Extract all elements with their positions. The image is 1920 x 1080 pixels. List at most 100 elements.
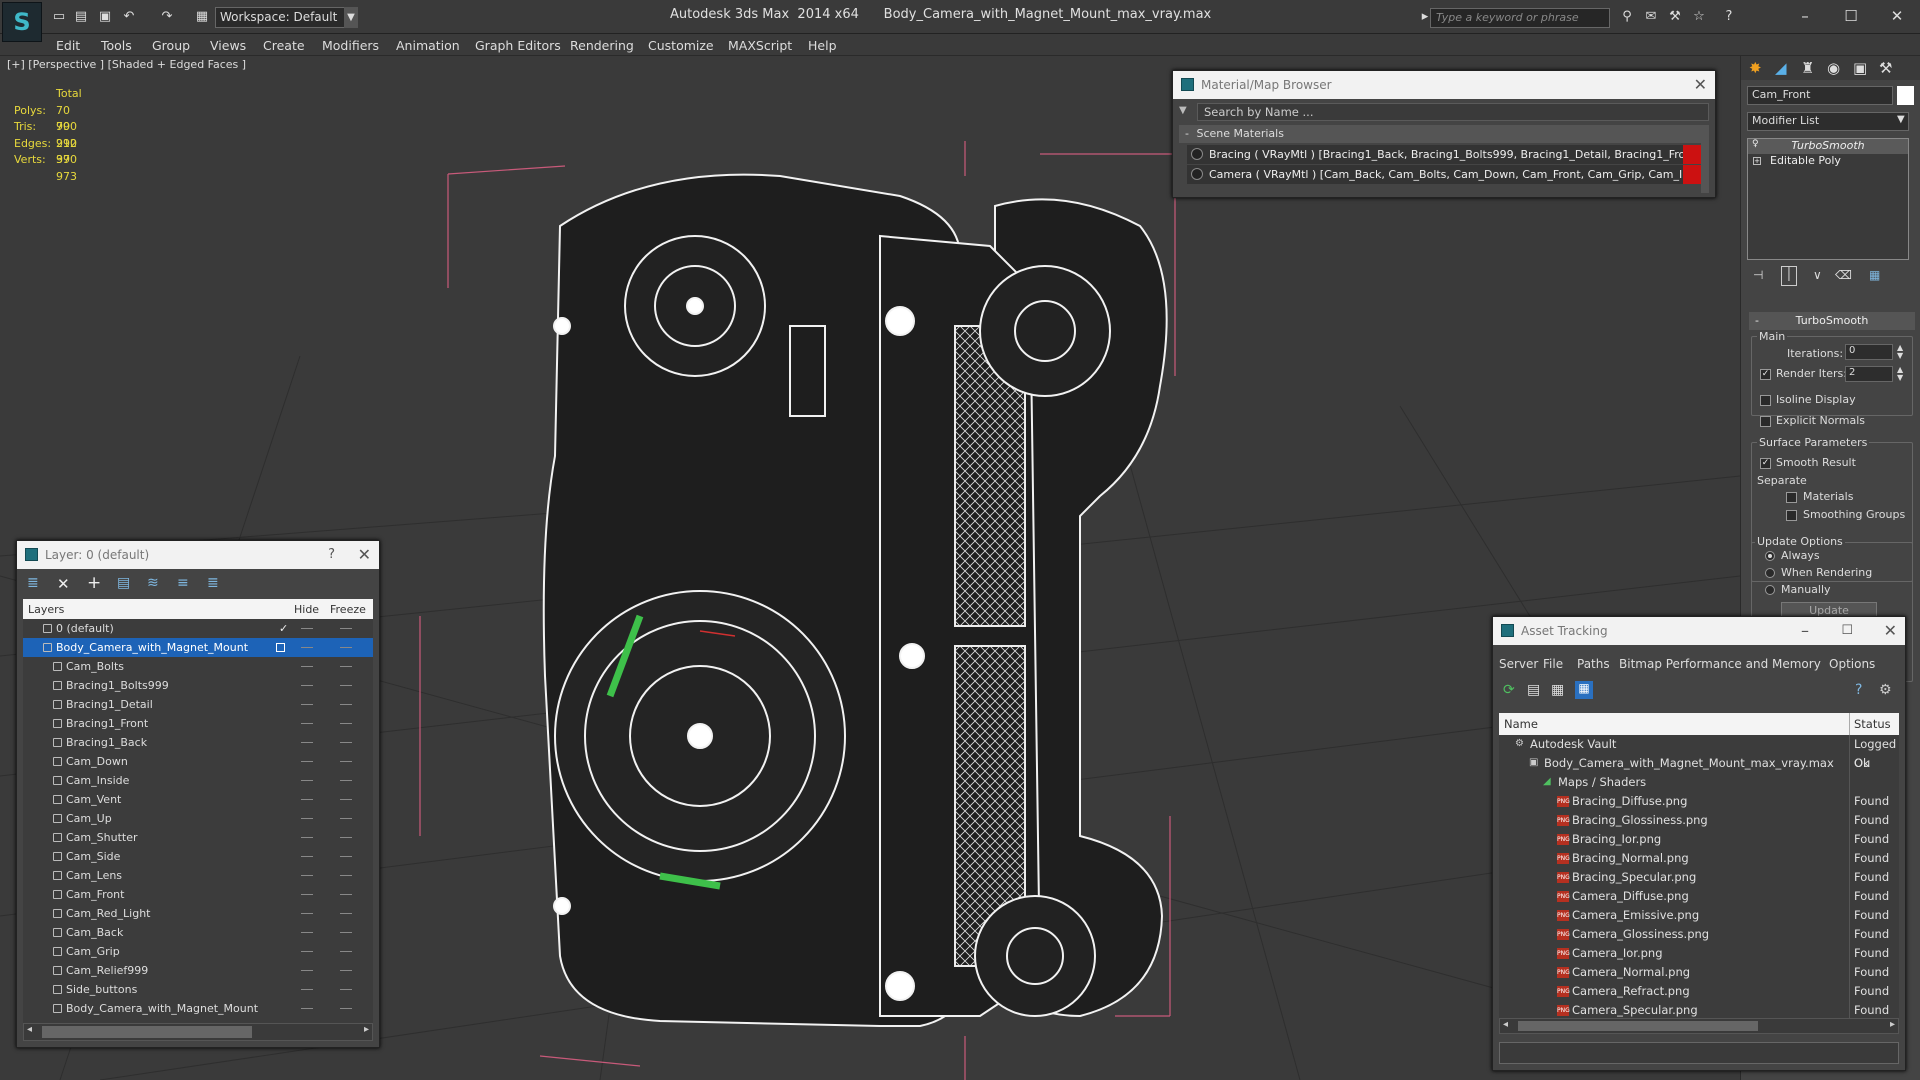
motion-tab-icon[interactable]: ◉ — [1827, 59, 1840, 77]
star-icon[interactable]: ☆ — [1690, 8, 1708, 26]
freeze-toggle[interactable] — [340, 647, 352, 648]
close-icon[interactable]: ✕ — [358, 541, 371, 569]
freeze-toggle[interactable] — [340, 742, 352, 743]
column-name[interactable]: Name — [1504, 717, 1538, 731]
layer-row[interactable]: Bracing1_Front — [23, 714, 373, 733]
modify-tab-icon[interactable]: ◢ — [1775, 59, 1787, 77]
freeze-toggle[interactable] — [340, 628, 352, 629]
hide-toggle[interactable] — [301, 628, 313, 629]
hide-toggle[interactable] — [301, 685, 313, 686]
layer-list[interactable]: 0 (default) ✓ Body_Camera_with_Magnet_Moun… — [23, 619, 373, 1031]
show-end-result-icon[interactable]: │ — [1781, 266, 1797, 286]
new-file-icon[interactable]: ▭ — [50, 8, 68, 26]
communication-icon[interactable]: ✉ — [1642, 8, 1660, 26]
layer-row[interactable]: 0 (default) ✓ — [23, 619, 373, 638]
freeze-toggle[interactable] — [340, 875, 352, 876]
asset-row[interactable]: ◢ Maps / Shaders — [1499, 773, 1899, 792]
add-selection-icon[interactable]: + — [87, 573, 101, 593]
hierarchy-tab-icon[interactable]: ♜ — [1801, 59, 1814, 77]
hide-toggle[interactable] — [301, 913, 313, 914]
menu-maxscript[interactable]: MAXScript — [728, 38, 792, 53]
menu-group[interactable]: Group — [152, 38, 190, 53]
scrollbar-thumb[interactable] — [42, 1026, 252, 1038]
manually-radio[interactable] — [1765, 585, 1775, 595]
freeze-toggle[interactable] — [340, 723, 352, 724]
freeze-toggle[interactable] — [340, 837, 352, 838]
menu-edit[interactable]: Edit — [56, 38, 80, 53]
workspace-dropdown[interactable]: Workspace: Default — [215, 7, 357, 28]
help-icon[interactable]: ? — [1720, 8, 1738, 26]
expand-icon[interactable]: + — [1753, 157, 1761, 165]
hide-toggle[interactable] — [301, 970, 313, 971]
column-freeze[interactable]: Freeze — [330, 603, 366, 616]
menu-animation[interactable]: Animation — [396, 38, 460, 53]
stack-item-editable-poly[interactable]: + Editable Poly — [1748, 154, 1908, 169]
freeze-toggle[interactable] — [340, 951, 352, 952]
remove-modifier-icon[interactable]: ⌫ — [1835, 268, 1852, 282]
freeze-toggle[interactable] — [340, 818, 352, 819]
layer-row[interactable]: Cam_Relief999 — [23, 961, 373, 980]
layer-row[interactable]: Cam_Red_Light — [23, 904, 373, 923]
scroll-right-icon[interactable]: ▸ — [1890, 1019, 1895, 1030]
exchange-icon[interactable]: ⚒ — [1666, 8, 1684, 26]
object-color-swatch[interactable] — [1897, 86, 1914, 105]
isoline-checkbox[interactable] — [1760, 395, 1771, 406]
asset-row[interactable]: PNG Bracing_Specular.png Found — [1499, 868, 1899, 887]
hide-toggle[interactable] — [301, 742, 313, 743]
hide-toggle[interactable] — [301, 951, 313, 952]
help-icon[interactable]: ? — [1855, 682, 1862, 698]
menu-bitmap-performance[interactable]: Bitmap Performance and Memory — [1619, 657, 1821, 671]
freeze-toggle[interactable] — [340, 704, 352, 705]
chevron-down-icon[interactable]: ▼ — [344, 7, 358, 28]
asset-row[interactable]: ⚙ Autodesk Vault Logged Ou — [1499, 735, 1899, 770]
column-layers[interactable]: Layers — [28, 603, 64, 616]
layer-row[interactable]: Side_buttons — [23, 980, 373, 999]
delete-layer-icon[interactable]: ✕ — [57, 575, 70, 593]
scroll-left-icon[interactable]: ◂ — [1503, 1019, 1508, 1030]
highlight-layer-icon[interactable]: ≋ — [147, 575, 159, 591]
keyword-search-input[interactable]: Type a keyword or phrase — [1430, 8, 1610, 28]
layer-row[interactable]: Bracing1_Bolts999 — [23, 676, 373, 695]
table-view-icon[interactable]: ▦ — [1551, 682, 1564, 698]
open-file-icon[interactable]: ▤ — [72, 8, 90, 26]
freeze-toggle[interactable] — [340, 780, 352, 781]
scroll-right-icon[interactable]: ▸ — [364, 1024, 369, 1035]
layer-row[interactable]: Cam_Down — [23, 752, 373, 771]
spinner-arrows-icon[interactable]: ▲ ▼ — [1897, 366, 1903, 382]
hide-toggle[interactable] — [301, 799, 313, 800]
menu-server[interactable]: Server — [1499, 657, 1538, 671]
freeze-toggle[interactable] — [340, 913, 352, 914]
material-item-camera[interactable]: Camera ( VRayMtl ) [Cam_Back, Cam_Bolts,… — [1187, 165, 1701, 184]
minimize-icon[interactable]: – — [1801, 617, 1809, 645]
menu-modifiers[interactable]: Modifiers — [322, 38, 379, 53]
layer-row[interactable]: Cam_Back — [23, 923, 373, 942]
chevron-down-icon[interactable]: ▼ — [1897, 114, 1905, 125]
undo-icon[interactable]: ↶ — [120, 8, 138, 26]
vertical-scrollbar[interactable] — [1701, 127, 1709, 193]
active-layer-check-icon[interactable]: ✓ — [279, 619, 288, 638]
hide-toggle[interactable] — [301, 1008, 313, 1009]
menu-views[interactable]: Views — [210, 38, 246, 53]
grid-view-icon[interactable]: ▦ — [1575, 681, 1593, 699]
hide-toggle[interactable] — [301, 818, 313, 819]
iterations-spinner[interactable]: 0 — [1845, 344, 1893, 360]
layer-row[interactable]: Cam_Front — [23, 885, 373, 904]
hide-toggle[interactable] — [301, 704, 313, 705]
scene-materials-header[interactable]: - Scene Materials — [1179, 125, 1709, 143]
asset-path-field[interactable] — [1499, 1042, 1899, 1064]
column-hide[interactable]: Hide — [294, 603, 319, 616]
turbosmooth-rollout-header[interactable]: - TurboSmooth — [1749, 312, 1915, 330]
modifier-list-dropdown[interactable]: Modifier List — [1747, 112, 1909, 131]
materials-checkbox[interactable] — [1786, 492, 1797, 503]
asset-row[interactable]: PNG Camera_Ior.png Found — [1499, 944, 1899, 963]
material-item-bracing[interactable]: Bracing ( VRayMtl ) [Bracing1_Back, Brac… — [1187, 145, 1701, 164]
hide-toggle[interactable] — [301, 780, 313, 781]
freeze-toggle[interactable] — [340, 666, 352, 667]
freeze-toggle[interactable] — [340, 799, 352, 800]
scrollbar-thumb[interactable] — [1518, 1021, 1758, 1031]
menu-rendering[interactable]: Rendering — [570, 38, 634, 53]
utilities-tab-icon[interactable]: ⚒ — [1879, 59, 1892, 77]
layer-row[interactable]: Cam_Bolts — [23, 657, 373, 676]
maximize-button[interactable]: ☐ — [1828, 2, 1874, 30]
layer-row[interactable]: Cam_Inside — [23, 771, 373, 790]
